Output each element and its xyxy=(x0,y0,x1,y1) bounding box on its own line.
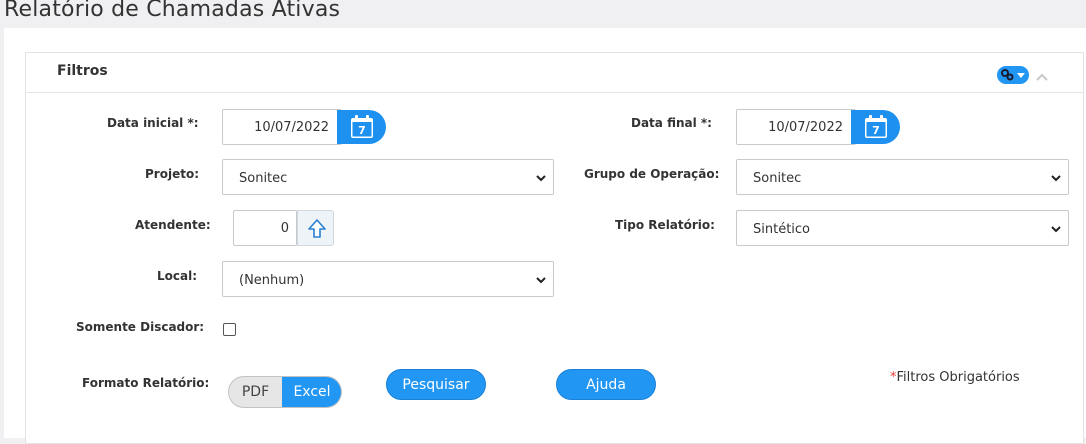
chevron-down-icon xyxy=(1051,226,1061,233)
atendente-label: Atendente: xyxy=(135,218,211,232)
formato-relatorio-label: Formato Relatório: xyxy=(82,376,210,390)
atendente-input[interactable]: 0 xyxy=(233,210,297,246)
formato-option-pdf[interactable]: PDF xyxy=(229,377,282,407)
chevron-down-icon xyxy=(536,175,546,182)
chevron-up-icon[interactable] xyxy=(1035,67,1049,86)
calendar-icon: 7 xyxy=(865,115,887,138)
data-final-calendar-button[interactable]: 7 xyxy=(851,110,900,144)
tipo-relatorio-label: Tipo Relatório: xyxy=(615,218,715,232)
gears-icon[interactable] xyxy=(997,66,1029,84)
projeto-select[interactable]: Sonitec xyxy=(222,159,554,195)
calendar-day: 7 xyxy=(358,124,366,137)
calendar-icon: 7 xyxy=(351,115,373,138)
grupo-operacao-select[interactable]: Sonitec xyxy=(736,159,1069,195)
formato-option-excel[interactable]: Excel xyxy=(282,377,341,407)
ajuda-button[interactable]: Ajuda xyxy=(556,369,656,400)
projeto-value: Sonitec xyxy=(239,171,288,186)
somente-discador-label: Somente Discador: xyxy=(76,320,205,334)
pesquisar-button[interactable]: Pesquisar xyxy=(386,369,486,400)
calendar-day: 7 xyxy=(872,124,880,137)
panel-title: Filtros xyxy=(57,63,108,79)
projeto-label: Projeto: xyxy=(145,167,199,181)
chevron-down-icon xyxy=(1051,175,1061,182)
local-value: (Nenhum) xyxy=(239,273,305,288)
required-note-text: Filtros Obrigatórios xyxy=(896,370,1020,385)
somente-discador-checkbox[interactable] xyxy=(223,323,236,336)
tipo-relatorio-value: Sintético xyxy=(753,222,811,237)
arrow-up-icon xyxy=(308,219,326,238)
data-inicial-calendar-button[interactable]: 7 xyxy=(337,110,386,144)
data-final-field[interactable]: 10/07/2022 xyxy=(736,109,856,145)
data-inicial-field[interactable]: 10/07/2022 xyxy=(222,109,342,145)
panel-header: Filtros xyxy=(26,53,1083,93)
local-label: Local: xyxy=(157,269,198,283)
formato-toggle[interactable]: PDF Excel xyxy=(228,376,342,408)
chevron-down-icon xyxy=(536,277,546,284)
local-select[interactable]: (Nenhum) xyxy=(222,261,554,297)
required-fields-note: *Filtros Obrigatórios xyxy=(890,370,1020,385)
atendente-lookup-button[interactable] xyxy=(297,210,334,246)
data-final-label: Data final *: xyxy=(631,116,712,130)
tipo-relatorio-select[interactable]: Sintético xyxy=(736,210,1069,246)
data-inicial-label: Data inicial *: xyxy=(107,116,199,130)
page-title: Relatório de Chamadas Ativas xyxy=(4,0,341,22)
grupo-operacao-label: Grupo de Operação: xyxy=(584,167,720,181)
grupo-operacao-value: Sonitec xyxy=(753,171,802,186)
